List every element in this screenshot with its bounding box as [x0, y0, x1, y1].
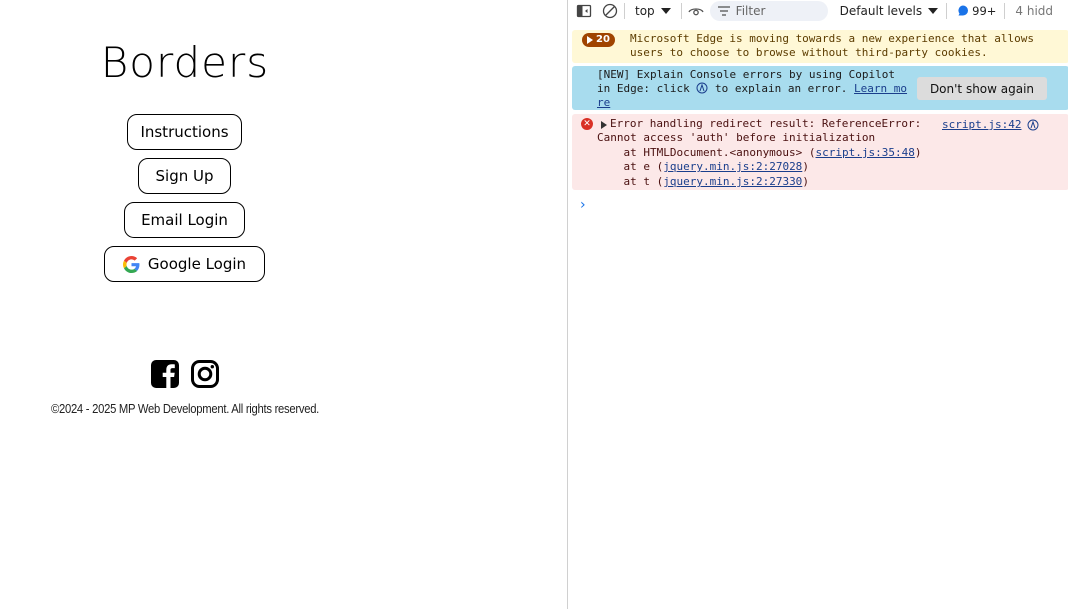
- stack-text: at e (: [597, 160, 664, 173]
- toolbar-separator: [624, 3, 625, 19]
- page-title: Borders: [100, 38, 270, 87]
- log-levels-label: Default levels: [839, 4, 923, 18]
- error-stack-line-3: at t (jquery.min.js:2:27330): [597, 175, 809, 189]
- instructions-button[interactable]: Instructions: [127, 114, 242, 150]
- error-line-2: Cannot access 'auth' before initializati…: [597, 131, 876, 144]
- chevron-down-icon: [928, 8, 939, 14]
- warning-count-badge[interactable]: 20: [582, 33, 615, 47]
- issues-count: 99+: [972, 4, 997, 18]
- instagram-icon[interactable]: [190, 359, 220, 389]
- context-label: top: [635, 4, 655, 18]
- app: Borders Instructions Sign Up Email Login…: [0, 0, 1068, 609]
- expand-triangle-icon: [587, 36, 593, 44]
- chevron-down-icon: [660, 8, 671, 14]
- stack-text: at t (: [597, 175, 664, 188]
- learn-more-link-continued[interactable]: re: [597, 96, 610, 109]
- toolbar-separator: [1004, 3, 1006, 19]
- footer-copyright: ©2024 - 2025 MP Web Development. All rig…: [50, 402, 320, 416]
- sidebar-toggle-icon[interactable]: [576, 3, 592, 19]
- stack-link-jquery[interactable]: jquery.min.js:2:27330: [663, 175, 802, 188]
- social-links: [150, 359, 220, 389]
- copilot-info-line-2: in Edge: click to explain an error. Lear…: [597, 82, 917, 96]
- copilot-info-line-2a: in Edge: click: [597, 82, 690, 95]
- stack-text: ): [802, 175, 809, 188]
- error-source-link[interactable]: script.js:42: [942, 118, 1021, 132]
- stack-link-script[interactable]: script.js:35:48: [816, 146, 915, 159]
- console-warning-message: 20 Microsoft Edge is moving towards a ne…: [572, 30, 1068, 63]
- google-login-label: Google Login: [147, 255, 247, 273]
- copilot-icon: [696, 82, 708, 94]
- email-login-button[interactable]: Email Login: [124, 202, 245, 238]
- warning-count: 20: [596, 34, 610, 45]
- copilot-info-line-1: [NEW] Explain Console errors by using Co…: [597, 68, 896, 81]
- filter-placeholder: Filter: [735, 4, 766, 18]
- error-stack-line-1: at HTMLDocument.<anonymous> (script.js:3…: [597, 146, 922, 160]
- stack-link-jquery[interactable]: jquery.min.js:2:27028: [663, 160, 802, 173]
- dont-show-again-button[interactable]: Don't show again: [917, 77, 1047, 100]
- google-login-button[interactable]: Google Login: [104, 246, 265, 282]
- eye-icon[interactable]: [688, 3, 704, 19]
- toolbar-separator: [680, 3, 682, 19]
- error-stack-line-2: at e (jquery.min.js:2:27028): [597, 160, 809, 174]
- console-toolbar: top Filter Default levels 99+ 4 hidd: [568, 0, 1068, 22]
- console-error-message: ✕ Error handling redirect result: Refere…: [572, 114, 1068, 190]
- copilot-info-message: [NEW] Explain Console errors by using Co…: [572, 66, 1068, 110]
- devtools-console: top Filter Default levels 99+ 4 hidd 20 …: [567, 0, 1068, 609]
- issues-counter[interactable]: 99+: [957, 4, 996, 18]
- issues-icon: [958, 5, 969, 16]
- error-icon: ✕: [581, 118, 593, 130]
- copilot-info-line-2b: to explain an error.: [714, 82, 848, 95]
- error-source: script.js:42: [942, 118, 1039, 132]
- copilot-info-line-3: re: [597, 96, 917, 110]
- hidden-count: 4 hidd: [1015, 4, 1054, 18]
- sign-up-button[interactable]: Sign Up: [138, 158, 231, 194]
- copilot-explain-icon[interactable]: [1027, 119, 1039, 131]
- filter-icon: [717, 6, 730, 16]
- log-levels-select[interactable]: Default levels: [839, 4, 939, 18]
- console-prompt[interactable]: ›: [580, 197, 586, 213]
- context-select[interactable]: top: [631, 4, 675, 18]
- expand-triangle-icon[interactable]: [601, 121, 607, 129]
- sign-up-label: Sign Up: [155, 167, 214, 185]
- stack-text: ): [802, 160, 809, 173]
- google-icon: [122, 255, 140, 273]
- toolbar-separator: [946, 3, 948, 19]
- warning-text: Microsoft Edge is moving towards a new e…: [630, 32, 1034, 59]
- instructions-label: Instructions: [140, 123, 229, 141]
- facebook-icon[interactable]: [150, 359, 180, 389]
- stack-text: at HTMLDocument.<anonymous> (: [597, 146, 816, 159]
- email-login-label: Email Login: [141, 211, 228, 229]
- copilot-info-text: [NEW] Explain Console errors by using Co…: [597, 68, 917, 110]
- web-page: Borders Instructions Sign Up Email Login…: [0, 0, 567, 609]
- stack-text: ): [914, 146, 922, 159]
- error-line-1: Error handling redirect result: Referenc…: [610, 117, 922, 130]
- filter-input[interactable]: Filter: [709, 1, 828, 21]
- learn-more-link[interactable]: Learn mo: [854, 82, 907, 95]
- clear-console-icon[interactable]: [602, 3, 618, 19]
